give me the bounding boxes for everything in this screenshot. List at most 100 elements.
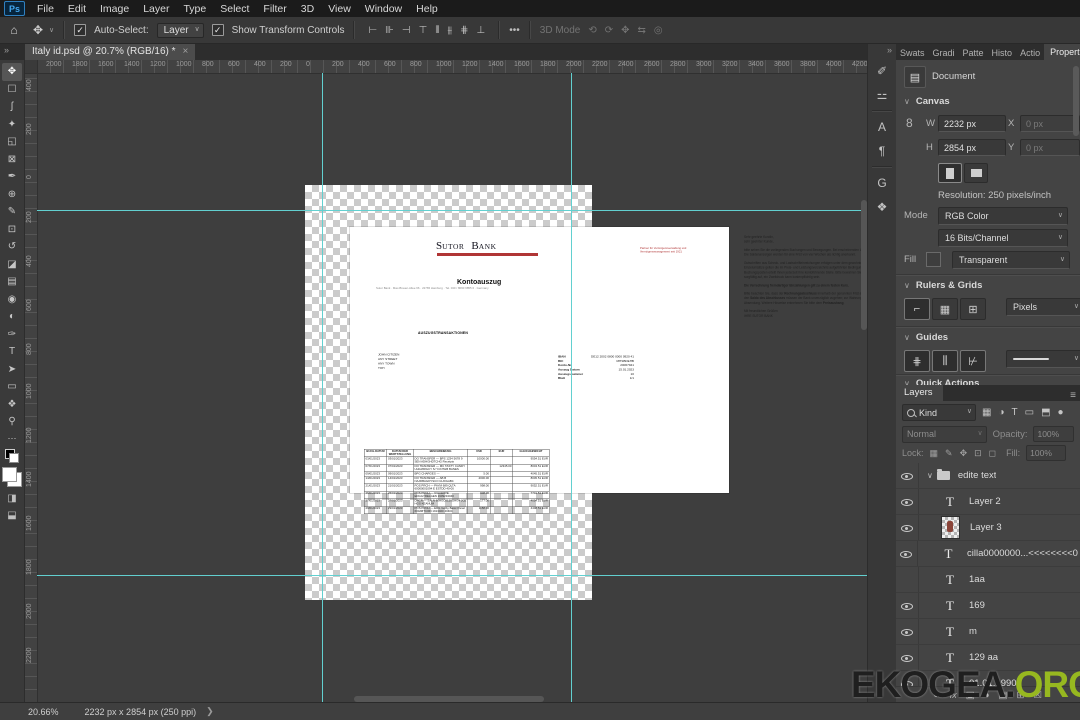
- height-field[interactable]: 2854 px: [938, 139, 1006, 156]
- move-tool[interactable]: ✥: [2, 63, 22, 81]
- marquee-tool[interactable]: ☐: [2, 81, 22, 99]
- chevron-down-icon[interactable]: ∨: [927, 471, 933, 480]
- layer-row[interactable]: Tm: [896, 619, 1080, 645]
- eyedropper-tool[interactable]: ✒: [2, 168, 22, 186]
- foreground-background-swatch[interactable]: [2, 466, 22, 487]
- menu-help[interactable]: Help: [409, 2, 445, 16]
- eye-icon[interactable]: [901, 601, 913, 611]
- glyphs-panel-icon[interactable]: G: [870, 171, 894, 195]
- paragraph-panel-icon[interactable]: ¶: [870, 139, 894, 163]
- fill-dropdown[interactable]: Transparent: [952, 251, 1070, 269]
- layer-name[interactable]: cilla0000000...<<<<<<<<0 d: [967, 548, 1080, 559]
- distribute-left-icon[interactable]: ⫴: [435, 25, 439, 36]
- menu-layer[interactable]: Layer: [136, 2, 176, 16]
- new-guide-layout-icon[interactable]: ⊬: [960, 350, 986, 372]
- visibility-cell[interactable]: [896, 463, 919, 488]
- eye-icon[interactable]: [900, 549, 913, 559]
- zoom-level-field[interactable]: 20.66%: [28, 707, 59, 717]
- width-field[interactable]: 2232 px: [938, 115, 1006, 132]
- tab-gradi[interactable]: Gradi: [929, 46, 959, 60]
- align-left-icon[interactable]: ⊢: [368, 25, 377, 36]
- vertical-ruler[interactable]: 400 200 0 200 400 600 800 1000 1200 1400 1600 1800 2…: [24, 73, 38, 703]
- lock-artboard-icon[interactable]: ⊡: [974, 448, 982, 459]
- lock-guides-icon[interactable]: ⫼: [932, 350, 958, 372]
- close-icon[interactable]: ×: [183, 46, 189, 57]
- vertical-guide[interactable]: [322, 73, 323, 703]
- distribute-bottom-icon[interactable]: ⊥: [477, 25, 486, 36]
- menu-view[interactable]: View: [321, 2, 358, 16]
- adjustment-filter-icon[interactable]: ◑: [998, 407, 1004, 418]
- layer-row[interactable]: T Layer 2: [896, 489, 1080, 515]
- gradient-tool[interactable]: ▤: [2, 273, 22, 291]
- landscape-orientation-button[interactable]: [964, 163, 988, 183]
- brush-tool[interactable]: ✎: [2, 203, 22, 221]
- visibility-cell[interactable]: [896, 567, 919, 592]
- visibility-cell[interactable]: [896, 515, 919, 540]
- document-tab[interactable]: Italy id.psd @ 20.7% (RGB/16) * ×: [25, 42, 196, 60]
- menu-edit[interactable]: Edit: [61, 2, 93, 16]
- layer-name[interactable]: edite text: [958, 470, 997, 481]
- type-tool[interactable]: T: [2, 343, 22, 361]
- eye-icon[interactable]: [901, 627, 913, 637]
- ruler-units-dropdown[interactable]: Pixels: [1006, 298, 1080, 316]
- eye-icon[interactable]: [901, 471, 913, 481]
- tab-patte[interactable]: Patte: [959, 46, 988, 60]
- pixel-filter-icon[interactable]: ▦: [982, 407, 991, 418]
- attribute-filter-icon[interactable]: ●: [1058, 407, 1064, 418]
- align-center-h-icon[interactable]: ⊪: [385, 25, 394, 36]
- layer-name[interactable]: Layer 2: [969, 496, 1001, 507]
- zoom-tool[interactable]: ⚲: [2, 413, 22, 431]
- default-colors-icon[interactable]: [5, 448, 19, 463]
- toggle-pixel-grid-icon[interactable]: ⊞: [960, 298, 986, 320]
- visibility-cell[interactable]: [896, 593, 919, 618]
- menu-window[interactable]: Window: [358, 2, 409, 16]
- show-transform-checkbox[interactable]: ✓: [211, 24, 224, 36]
- color-mode-dropdown[interactable]: RGB Color: [938, 207, 1068, 225]
- quick-mask-icon[interactable]: ◨: [7, 493, 16, 504]
- toolbar-collapse-icon[interactable]: »: [4, 45, 9, 55]
- portrait-orientation-button[interactable]: [938, 163, 962, 183]
- visibility-cell[interactable]: [896, 489, 919, 514]
- canvas-section-header[interactable]: ∨ Canvas: [904, 96, 950, 107]
- layer-row[interactable]: Layer 3: [896, 515, 1080, 541]
- tab-swats[interactable]: Swats: [896, 46, 929, 60]
- tab-properties[interactable]: Properties: [1044, 44, 1080, 60]
- shape-filter-icon[interactable]: ▭: [1025, 407, 1034, 418]
- eraser-tool[interactable]: ◪: [2, 256, 22, 274]
- ruler-origin-corner[interactable]: [24, 60, 38, 74]
- horizontal-guide[interactable]: [37, 575, 868, 576]
- edit-toolbar-icon[interactable]: ⋯: [8, 433, 17, 444]
- move-tool-preset-icon[interactable]: ✥: [28, 23, 48, 37]
- distribute-right-icon[interactable]: ⋕: [460, 25, 468, 36]
- layer-name[interactable]: m: [969, 626, 977, 637]
- libraries-panel-icon[interactable]: ❖: [870, 195, 894, 219]
- history-brush-tool[interactable]: ↺: [2, 238, 22, 256]
- canvas-area[interactable]: 2000 1800 1600 1400 1200 1000 800 600 400 200 0 200…: [24, 60, 868, 703]
- properties-scrollbar[interactable]: [1073, 66, 1079, 136]
- align-top-icon[interactable]: ⊤: [419, 25, 428, 36]
- lock-transparency-icon[interactable]: ▦: [930, 448, 939, 459]
- rectangle-tool[interactable]: ▭: [2, 378, 22, 396]
- layer-name[interactable]: Layer 3: [970, 522, 1002, 533]
- menu-filter[interactable]: Filter: [256, 2, 293, 16]
- menu-select[interactable]: Select: [213, 2, 256, 16]
- clone-source-icon[interactable]: ⚍: [870, 83, 894, 107]
- menu-file[interactable]: File: [30, 2, 61, 16]
- auto-select-checkbox[interactable]: ✓: [74, 24, 87, 36]
- brush-settings-icon[interactable]: ✐: [870, 59, 894, 83]
- horizontal-ruler[interactable]: 2000 1800 1600 1400 1200 1000 800 600 400 200 0 200…: [24, 60, 868, 74]
- layers-menu-icon[interactable]: ≡: [1070, 390, 1076, 401]
- pen-tool[interactable]: ✑: [2, 326, 22, 344]
- expand-panels-icon[interactable]: »: [887, 45, 892, 55]
- status-chevron-icon[interactable]: ❯: [206, 706, 214, 717]
- horizontal-guide[interactable]: [37, 210, 868, 211]
- eye-icon[interactable]: [901, 523, 913, 533]
- visibility-cell[interactable]: [896, 619, 919, 644]
- smart-object-filter-icon[interactable]: ⬒: [1041, 407, 1050, 418]
- toggle-guides-icon[interactable]: ⋕: [904, 350, 930, 372]
- layer-row[interactable]: T 169: [896, 593, 1080, 619]
- rulers-grids-section-header[interactable]: ∨ Rulers & Grids: [904, 280, 982, 291]
- crop-tool[interactable]: ◱: [2, 133, 22, 151]
- blur-tool[interactable]: ◉: [2, 291, 22, 309]
- path-selection-tool[interactable]: ➤: [2, 361, 22, 379]
